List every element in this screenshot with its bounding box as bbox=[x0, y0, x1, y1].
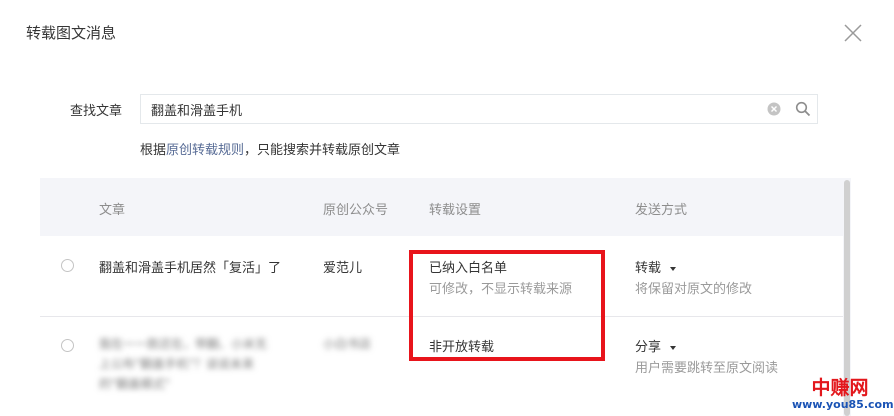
search-label: 查找文章 bbox=[70, 104, 123, 119]
repost-rules-link[interactable]: 原创转载规则 bbox=[166, 143, 244, 158]
account-name: 爱范儿 bbox=[323, 261, 363, 276]
close-icon[interactable] bbox=[842, 22, 864, 44]
chevron-down-icon bbox=[670, 345, 677, 350]
search-box bbox=[140, 94, 818, 124]
send-mode-label: 分享 bbox=[635, 340, 662, 355]
dialog-title: 转载图文消息 bbox=[26, 24, 117, 42]
table-header: 文章 原创公众号 转载设置 发送方式 bbox=[40, 178, 844, 236]
search-input[interactable] bbox=[151, 95, 751, 123]
send-mode-dropdown[interactable]: 转载 bbox=[635, 257, 677, 276]
header-article: 文章 bbox=[99, 203, 126, 218]
search-hint: 根据原创转载规则，只能搜索并转载原创文章 bbox=[140, 139, 400, 158]
chevron-down-icon bbox=[670, 266, 677, 271]
article-title-blurred: 我在一一款还在，带翻、小米无 上公布"翻盖手机"？谈说未来 的"翻盖模式" bbox=[99, 334, 267, 394]
watermark-title: 中赚网 bbox=[811, 377, 869, 399]
row-radio[interactable] bbox=[61, 259, 74, 272]
article-title: 翻盖和滑盖手机居然「复活」了 bbox=[99, 261, 282, 276]
watermark: 中赚网 www.you85.com bbox=[792, 377, 894, 412]
account-name-blurred: 小白书店 bbox=[323, 337, 372, 351]
send-mode-note: 用户需要跳转至原文阅读 bbox=[635, 361, 779, 376]
article-line: 的"翻盖模式" bbox=[99, 377, 171, 391]
header-send-mode: 发送方式 bbox=[635, 203, 688, 218]
header-account: 原创公众号 bbox=[323, 203, 389, 218]
watermark-url: www.you85.com bbox=[792, 398, 894, 411]
send-mode-label: 转载 bbox=[635, 261, 662, 276]
row-radio[interactable] bbox=[61, 339, 74, 352]
header-setting: 转载设置 bbox=[429, 203, 482, 218]
send-mode-dropdown[interactable]: 分享 bbox=[635, 336, 677, 355]
hint-suffix: ，只能搜索并转载原创文章 bbox=[244, 143, 401, 158]
search-icon[interactable] bbox=[795, 101, 811, 117]
clear-icon[interactable] bbox=[767, 102, 781, 116]
article-line: 我在一一款还在，带翻、小米无 bbox=[99, 337, 268, 351]
send-mode-note: 将保留对原文的修改 bbox=[635, 282, 753, 297]
hint-prefix: 根据 bbox=[140, 143, 167, 158]
article-line: 上公布"翻盖手机"？谈说未来 bbox=[99, 357, 255, 371]
highlight-box bbox=[409, 250, 605, 361]
